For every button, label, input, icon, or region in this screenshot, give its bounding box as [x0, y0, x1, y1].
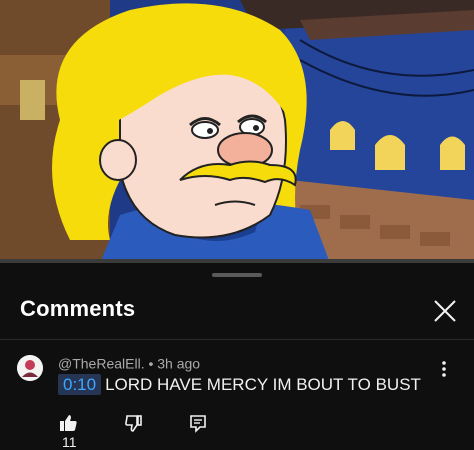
comment-body: 0:10 LORD HAVE MERCY IM BOUT TO BUST — [58, 374, 421, 395]
thumbs-up-icon — [60, 415, 77, 431]
panel-title: Comments — [20, 296, 136, 321]
dislike-button[interactable] — [124, 413, 144, 433]
cartoon-video-still — [0, 0, 474, 263]
avatar[interactable] — [17, 355, 43, 381]
like-count: 11 — [62, 434, 77, 450]
more-vert-icon[interactable] — [434, 359, 454, 379]
drag-handle[interactable] — [212, 273, 262, 277]
meta-separator: • — [148, 355, 154, 372]
comment-time: 3h ago — [157, 355, 201, 372]
thumbs-down-icon — [125, 415, 142, 432]
reply-button[interactable] — [188, 413, 208, 433]
video-timestamp-link[interactable]: 0:10 — [58, 374, 102, 395]
reply-icon — [190, 415, 206, 433]
video-frame[interactable] — [0, 0, 474, 263]
like-button[interactable]: 11 — [58, 413, 78, 450]
comment-meta: @TheRealEll. • 3h ago — [58, 354, 200, 371]
divider — [0, 339, 474, 340]
close-icon[interactable] — [430, 296, 460, 326]
comments-panel: Comments @TheRealEll. • 3h ago 0:10 LORD … — [0, 263, 474, 450]
comment-author[interactable]: @TheRealEll. — [58, 355, 145, 371]
comment-text: LORD HAVE MERCY IM BOUT TO BUST — [105, 375, 421, 394]
